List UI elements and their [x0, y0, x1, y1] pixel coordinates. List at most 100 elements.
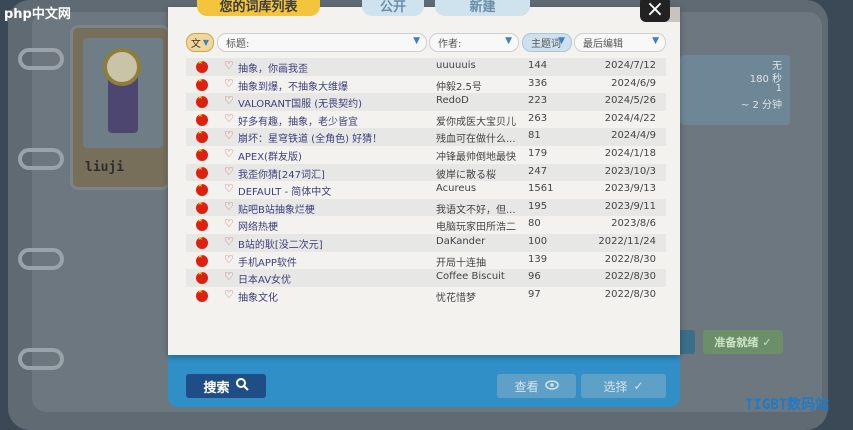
- china-flag-icon: [196, 96, 208, 109]
- row-title: 日本AV女优: [238, 275, 292, 287]
- row-title: 网络热梗: [238, 222, 278, 234]
- row-title: 好多有趣，抽象，老少皆宜: [238, 116, 358, 128]
- heart-icon[interactable]: ♡: [224, 270, 234, 283]
- table-row[interactable]: ♡ 手机APP软件 开局十连抽 139 2022/8/30: [186, 252, 666, 270]
- heart-icon[interactable]: ♡: [224, 77, 234, 90]
- heart-icon[interactable]: ♡: [224, 112, 234, 125]
- heart-icon[interactable]: ♡: [224, 165, 234, 178]
- row-date: 2024/4/9: [611, 130, 656, 142]
- tab-wordbank-list[interactable]: 您的词库列表: [197, 0, 320, 16]
- row-author: 电脑玩家田所浩二: [436, 222, 516, 234]
- china-flag-icon: [196, 113, 208, 126]
- binder-ring: [18, 148, 64, 170]
- table-row[interactable]: ♡ 抽象，你画我歪 uuuuuis 144 2024/7/12: [186, 58, 666, 76]
- table-row[interactable]: ♡ 抽象到爆，不抽象大维爆 仲毅2.5号 336 2024/6/9: [186, 76, 666, 94]
- title-filter-placeholder: 标题:: [226, 39, 250, 50]
- watermark-logo: php中文网: [4, 7, 71, 22]
- table-row[interactable]: ♡ 崩坏：星穹铁道 (全角色) 好猜！ 残血可在做什么... 81 2024/4/9: [186, 128, 666, 146]
- row-word-count: 1561: [528, 183, 554, 195]
- table-row[interactable]: ♡ APEX(群友版) 冲锋最帅倒地最快 179 2024/1/18: [186, 146, 666, 164]
- row-word-count: 179: [528, 147, 548, 159]
- china-flag-icon: [196, 236, 208, 249]
- wordbank-table: ♡ 抽象，你画我歪 uuuuuis 144 2024/7/12 ♡ 抽象到爆，不抽象大维爆 仲…: [186, 58, 666, 304]
- table-row[interactable]: ♡ 日本AV女优 Coffee Biscuit 96 2022/8/30: [186, 269, 666, 287]
- player-name: liuji: [85, 160, 125, 175]
- row-date: 2024/7/12: [604, 60, 656, 71]
- theme-word-sort[interactable]: 主题词 ▼: [522, 33, 572, 52]
- china-flag-icon: [196, 166, 208, 179]
- language-filter[interactable]: 文 ▼: [186, 33, 214, 52]
- title-filter-input[interactable]: 标题: ▼: [217, 33, 427, 52]
- table-row[interactable]: ♡ VALORANT国服 (无畏契约) RedoD 223 2024/5/26: [186, 93, 666, 111]
- row-date: 2023/8/6: [611, 218, 656, 230]
- row-author: 我语文不好，但...: [436, 204, 516, 216]
- heart-icon[interactable]: ♡: [224, 200, 234, 213]
- search-icon: [235, 377, 249, 395]
- last-edit-sort[interactable]: 最后编辑 ▼: [574, 33, 666, 52]
- row-date: 2023/9/13: [604, 183, 656, 195]
- tab-public[interactable]: 公开: [362, 0, 424, 16]
- row-title: APEX(群友版): [238, 151, 302, 163]
- view-button[interactable]: 查看: [497, 374, 576, 398]
- row-title: 崩坏：星穹铁道 (全角色) 好猜！: [238, 134, 383, 146]
- china-flag-icon: [196, 201, 208, 214]
- chevron-down-icon: ▼: [413, 36, 420, 46]
- heart-icon[interactable]: ♡: [224, 253, 234, 266]
- heart-icon[interactable]: ♡: [224, 129, 234, 142]
- author-filter-placeholder: 作者:: [438, 39, 462, 50]
- heart-icon[interactable]: ♡: [224, 217, 234, 230]
- row-word-count: 195: [528, 200, 548, 212]
- watermark-site: TIGBT数码站: [745, 397, 830, 413]
- chevron-down-icon: ▼: [558, 36, 565, 46]
- row-date: 2024/4/22: [604, 112, 656, 124]
- china-flag-icon: [196, 61, 208, 73]
- eye-icon: [544, 379, 559, 393]
- china-flag-icon: [196, 78, 208, 91]
- row-title: B站的耿[没二次元]: [238, 239, 323, 251]
- heart-icon[interactable]: ♡: [224, 182, 234, 195]
- row-word-count: 100: [528, 235, 548, 247]
- china-flag-icon: [196, 254, 208, 267]
- heart-icon[interactable]: ♡: [224, 147, 234, 160]
- table-row[interactable]: ♡ 网络热梗 电脑玩家田所浩二 80 2023/8/6: [186, 216, 666, 234]
- row-title: 抽象到爆，不抽象大维爆: [238, 81, 348, 93]
- table-row[interactable]: ♡ DEFAULT - 简体中文 Acureus 1561 2023/9/13: [186, 181, 666, 199]
- table-row[interactable]: ♡ 贴吧B站抽象烂梗 我语文不好，但... 195 2023/9/11: [186, 198, 666, 217]
- row-author: RedoD: [436, 95, 469, 107]
- row-date: 2023/10/3: [604, 165, 656, 177]
- row-author: Coffee Biscuit: [436, 271, 505, 283]
- heart-icon[interactable]: ♡: [224, 94, 234, 107]
- table-row[interactable]: ♡ 好多有趣，抽象，老少皆宜 爱你成医大宝贝儿 263 2024/4/22: [186, 111, 666, 129]
- binder-ring: [18, 248, 64, 270]
- row-author: 开局十连抽: [436, 257, 486, 269]
- check-icon: ✓: [762, 335, 772, 349]
- close-icon: ×: [645, 0, 665, 22]
- chevron-down-icon: ▼: [652, 36, 659, 46]
- row-word-count: 139: [528, 253, 548, 265]
- row-author: 冲锋最帅倒地最快: [436, 151, 516, 163]
- table-row[interactable]: ♡ 我歪你猜[247词汇] 彼岸に散る桜 247 2023/10/3: [186, 163, 666, 182]
- heart-icon[interactable]: ♡: [224, 59, 234, 72]
- view-label: 查看: [514, 379, 539, 394]
- table-row[interactable]: ♡ 抽象文化 忧花惜梦 97 2022/8/30: [186, 287, 666, 305]
- row-word-count: 97: [528, 288, 541, 300]
- row-author: 爱你成医大宝贝儿: [436, 116, 516, 128]
- author-filter-input[interactable]: 作者: ▼: [429, 33, 519, 52]
- table-row[interactable]: ♡ B站的耿[没二次元] DaKander 100 2022/11/24: [186, 233, 666, 252]
- search-button[interactable]: 搜索: [186, 374, 266, 398]
- search-label: 搜索: [203, 380, 230, 396]
- ready-button[interactable]: 准备就绪 ✓: [703, 330, 783, 354]
- close-button[interactable]: ×: [640, 0, 670, 22]
- row-word-count: 247: [528, 165, 548, 177]
- row-date: 2022/8/30: [604, 288, 656, 300]
- row-word-count: 223: [528, 95, 548, 107]
- row-author: 残血可在做什么...: [436, 134, 516, 146]
- binder-ring: [18, 348, 64, 370]
- row-title: DEFAULT - 简体中文: [238, 187, 332, 199]
- player-card: liuji: [70, 25, 170, 190]
- select-button[interactable]: 选择 ✓: [581, 374, 666, 398]
- heart-icon[interactable]: ♡: [224, 235, 234, 248]
- tab-new[interactable]: 新建: [435, 0, 530, 16]
- row-author: 仲毅2.5号: [436, 81, 482, 93]
- heart-icon[interactable]: ♡: [224, 288, 234, 301]
